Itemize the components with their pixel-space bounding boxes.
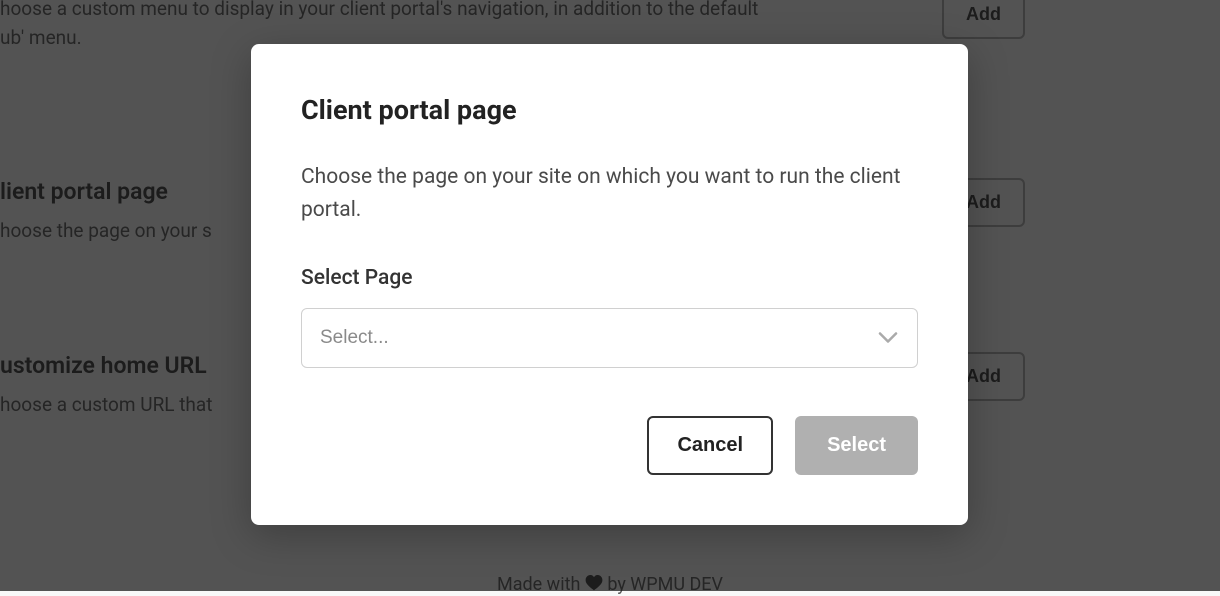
select-page-label: Select Page [301,266,918,290]
select-page-wrapper: Select... [301,308,918,368]
select-page-dropdown[interactable]: Select... [301,308,918,368]
modal-title: Client portal page [301,94,918,126]
cancel-button[interactable]: Cancel [647,416,773,475]
modal-actions: Cancel Select [301,416,918,475]
select-button[interactable]: Select [795,416,918,475]
modal-description: Choose the page on your site on which yo… [301,161,918,226]
client-portal-page-modal: Client portal page Choose the page on yo… [251,44,968,525]
